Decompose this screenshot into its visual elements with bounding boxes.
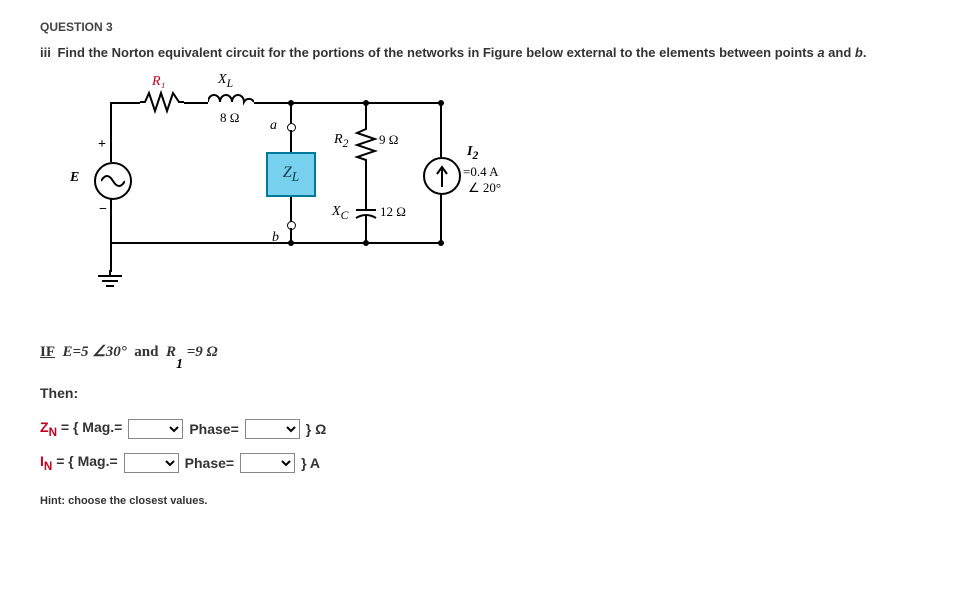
and-label: and — [134, 344, 158, 360]
label-i2-val1: =0.4 A — [463, 164, 499, 180]
expr-eq: =9 Ω — [187, 344, 218, 360]
label-8ohm: 8 Ω — [220, 110, 239, 126]
zn-row: ZN = { Mag.= Phase= } Ω — [40, 419, 933, 439]
prompt-period: . — [863, 45, 867, 60]
plus-sign: + — [98, 137, 106, 153]
close-ohm: } Ω — [306, 421, 327, 437]
resistor-r1-icon — [140, 90, 184, 114]
voltage-source-icon — [94, 162, 132, 200]
close-a: } A — [301, 455, 320, 471]
question-prompt: iii Find the Norton equivalent circuit f… — [40, 44, 933, 62]
label-r1: R₁ — [152, 74, 165, 90]
in-row: IN = { Mag.= Phase= } A — [40, 453, 933, 473]
in-mag-select[interactable] — [124, 453, 179, 473]
current-source-icon — [423, 157, 461, 195]
label-9ohm: 9 Ω — [379, 132, 398, 148]
prompt-and: and — [825, 45, 855, 60]
expr-r: R — [166, 344, 176, 360]
point-b: b — [855, 45, 863, 60]
question-number: QUESTION 3 — [40, 20, 933, 34]
ground-icon — [98, 270, 122, 292]
point-a: a — [817, 45, 824, 60]
phase-label-in: Phase= — [185, 455, 234, 471]
inductor-xl-icon — [208, 92, 254, 112]
if-label: IF — [40, 344, 55, 360]
expr-e: E=5 ∠30° — [63, 344, 127, 360]
circuit-figure: R₁ XL 8 Ω + − E a ZL b — [70, 82, 933, 312]
prompt-text: Find the Norton equivalent circuit for t… — [57, 45, 817, 60]
zn-mag-select[interactable] — [128, 419, 183, 439]
condition-line: IF E=5 ∠30° and R1 =9 Ω — [40, 342, 933, 365]
then-label: Then: — [40, 385, 933, 401]
roman-numeral: iii — [40, 45, 51, 60]
label-i2-val2: ∠ 20° — [468, 180, 501, 196]
hint-text: Hint: choose the closest values. — [40, 495, 933, 507]
load-zl: ZL — [266, 152, 316, 197]
in-phase-select[interactable] — [240, 453, 295, 473]
phase-label-zn: Phase= — [189, 421, 238, 437]
minus-sign: − — [99, 202, 107, 218]
label-12ohm: 12 Ω — [380, 204, 406, 220]
label-a: a — [270, 118, 277, 134]
capacitor-xc-icon — [354, 202, 378, 226]
sub-1: 1 — [176, 357, 183, 372]
label-e: E — [70, 170, 79, 186]
zn-phase-select[interactable] — [245, 419, 300, 439]
resistor-r2-icon — [354, 126, 378, 162]
